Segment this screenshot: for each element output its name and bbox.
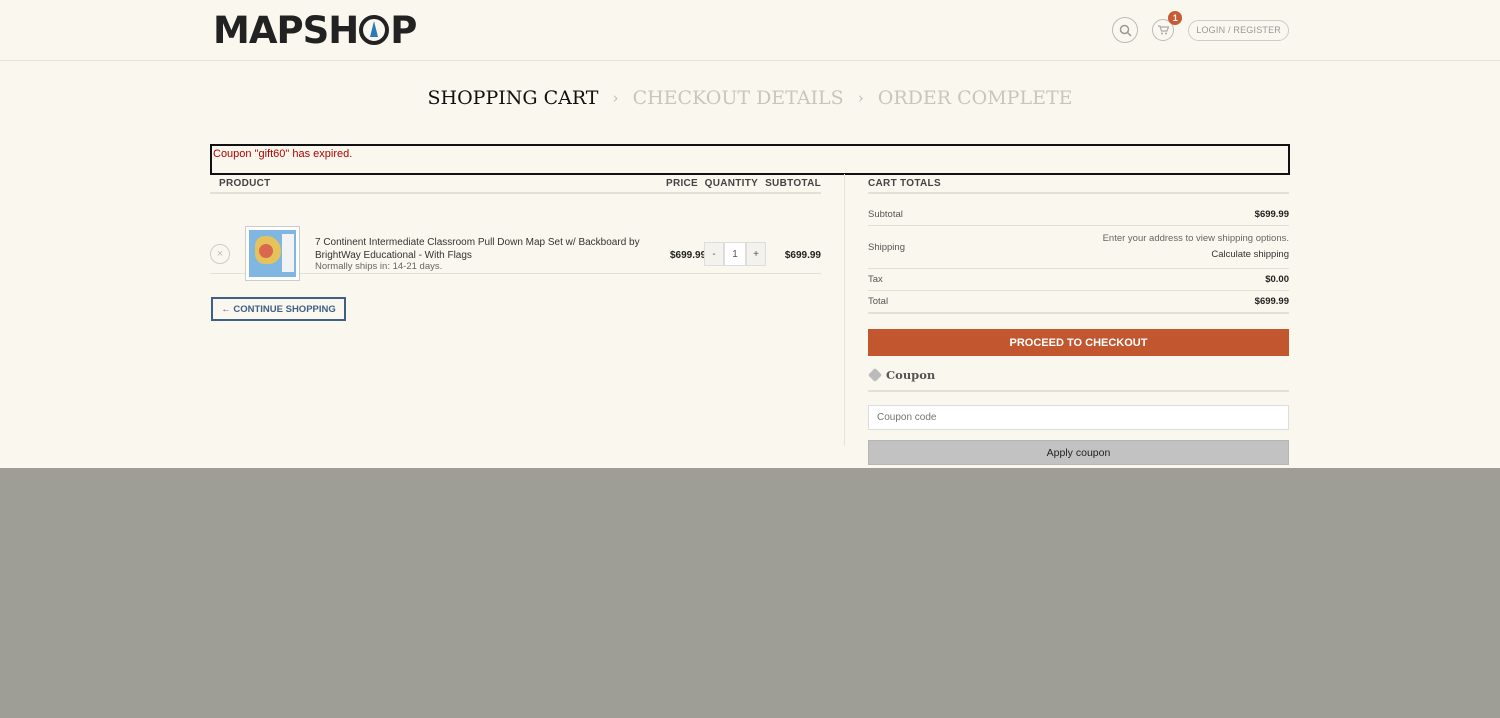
chevron-right-icon: ›: [857, 89, 864, 107]
search-button[interactable]: [1112, 17, 1139, 43]
column-divider: [844, 174, 845, 446]
table-row: × 7 Continent Intermediate Classroom Pul…: [210, 194, 821, 281]
coupon-code-input[interactable]: [868, 405, 1289, 430]
product-thumbnail[interactable]: [245, 226, 300, 281]
checkout-steps: SHOPPING CART › CHECKOUT DETAILS › ORDER…: [0, 86, 1500, 109]
product-name-link[interactable]: 7 Continent Intermediate Classroom Pull …: [315, 236, 645, 262]
coupon-heading: Coupon: [867, 367, 1289, 392]
apply-coupon-button[interactable]: Apply coupon: [868, 440, 1289, 465]
cart-table: PRODUCT PRICE QUANTITY SUBTOTAL × 7 Cont…: [210, 174, 821, 281]
cart-totals-heading: CART TOTALS: [868, 174, 1289, 194]
tax-label: Tax: [868, 274, 883, 285]
col-subtotal: SUBTOTAL: [765, 177, 821, 189]
calculate-shipping-link[interactable]: Calculate shipping: [1103, 247, 1289, 263]
map-image: [249, 230, 296, 277]
header-actions: 1 LOGIN / REGISTER: [1112, 11, 1289, 43]
step-checkout-details[interactable]: CHECKOUT DETAILS: [633, 87, 844, 109]
cart-totals: CART TOTALS Subtotal $699.99 Shipping En…: [867, 174, 1289, 465]
qty-plus-button[interactable]: +: [746, 242, 766, 266]
item-subtotal: $699.99: [784, 250, 821, 261]
shipping-time: Normally ships in: 14-21 days.: [315, 261, 443, 272]
cart-count-badge: 1: [1168, 11, 1183, 25]
step-shopping-cart[interactable]: SHOPPING CART: [428, 87, 599, 109]
shipping-row: Shipping Enter your address to view ship…: [868, 226, 1289, 269]
qty-input[interactable]: 1: [724, 242, 746, 266]
coupon-heading-label: Coupon: [886, 368, 936, 382]
subtotal-label: Subtotal: [868, 209, 903, 220]
tax-value: $0.00: [1265, 274, 1289, 285]
login-register-button[interactable]: LOGIN / REGISTER: [1188, 19, 1289, 41]
total-row: Total $699.99: [868, 291, 1289, 314]
col-product: PRODUCT: [219, 177, 271, 189]
shipping-label: Shipping: [868, 241, 905, 253]
page: MAPSH P 1 LOGIN / REGISTER SHOPPING CART …: [0, 0, 1500, 468]
total-value: $699.99: [1254, 296, 1289, 307]
chevron-right-icon: ›: [612, 89, 619, 107]
total-label: Total: [868, 296, 889, 307]
tax-row: Tax $0.00: [868, 269, 1289, 291]
table-header: PRODUCT PRICE QUANTITY SUBTOTAL: [210, 174, 821, 194]
quantity-stepper: - 1 +: [704, 242, 766, 266]
col-price: PRICE: [665, 177, 699, 189]
shipping-note: Enter your address to view shipping opti…: [1102, 233, 1289, 244]
qty-minus-button[interactable]: -: [704, 242, 724, 266]
remove-item-button[interactable]: ×: [210, 244, 230, 264]
search-icon: [1119, 24, 1132, 37]
subtotal-row: Subtotal $699.99: [868, 204, 1289, 226]
item-price: $699.99: [670, 250, 707, 261]
compass-icon: [359, 15, 390, 45]
subtotal-value: $699.99: [1254, 209, 1289, 220]
cart-button[interactable]: 1: [1152, 11, 1183, 41]
coupon-expired-notice: Coupon "gift60" has expired.: [210, 144, 1290, 175]
mapshop-logo[interactable]: MAPSH P: [213, 9, 417, 52]
continue-shopping-button[interactable]: ← CONTINUE SHOPPING: [211, 297, 346, 321]
cart-icon: [1157, 25, 1169, 35]
step-order-complete: ORDER COMPLETE: [877, 87, 1073, 109]
col-quantity: QUANTITY: [704, 177, 759, 189]
site-header: MAPSH P 1 LOGIN / REGISTER: [0, 0, 1500, 61]
tag-icon: [867, 367, 883, 383]
proceed-to-checkout-button[interactable]: PROCEED TO CHECKOUT: [868, 329, 1289, 356]
